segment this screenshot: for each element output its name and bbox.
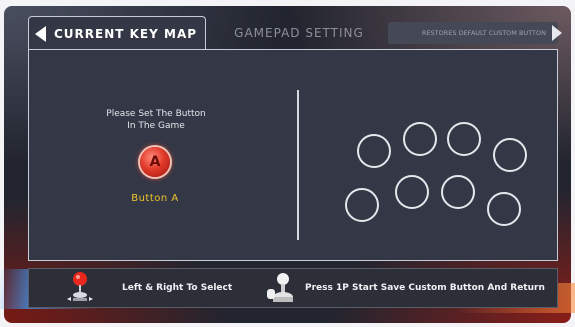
hint-start-save: Press 1P Start Save Custom Button And Re…	[305, 283, 545, 293]
divider	[297, 90, 299, 240]
layout-button-1[interactable]	[357, 134, 391, 168]
layout-button-2[interactable]	[403, 122, 437, 156]
button-name-label: Button A	[131, 193, 179, 204]
layout-button-6[interactable]	[395, 175, 429, 209]
tab-current-key-map[interactable]: CURRENT KEY MAP	[28, 16, 206, 51]
layout-button-7[interactable]	[441, 175, 475, 209]
hint-bar: Left & Right To Select Press 1P Start Sa…	[28, 268, 558, 308]
tab-bar: CURRENT KEY MAP GAMEPAD SETTING RESTORES…	[28, 16, 562, 51]
layout-button-8[interactable]	[487, 192, 521, 226]
hint-select: Left & Right To Select	[122, 283, 233, 293]
arcade-stick-icon	[267, 273, 293, 302]
key-map-panel: Please Set The Button In The Game A Butt…	[28, 49, 558, 261]
tab-label: CURRENT KEY MAP	[54, 27, 198, 41]
layout-button-4[interactable]	[493, 138, 527, 172]
joystick-icon	[67, 272, 93, 301]
tab-label: RESTORES DEFAULT CUSTOM BUTTON	[421, 29, 546, 37]
layout-button-3[interactable]	[447, 122, 481, 156]
tab-label: GAMEPAD SETTING	[234, 26, 364, 40]
tab-gamepad-setting[interactable]: GAMEPAD SETTING	[224, 16, 374, 50]
tab-restore-default[interactable]: RESTORES DEFAULT CUSTOM BUTTON	[388, 22, 562, 44]
set-button-prompt: Please Set The Button In The Game	[106, 109, 206, 131]
layout-button-5[interactable]	[345, 188, 379, 222]
key-a-button[interactable]: A	[140, 147, 170, 177]
left-arrow-icon[interactable]	[35, 26, 46, 42]
right-arrow-icon[interactable]	[552, 25, 562, 41]
